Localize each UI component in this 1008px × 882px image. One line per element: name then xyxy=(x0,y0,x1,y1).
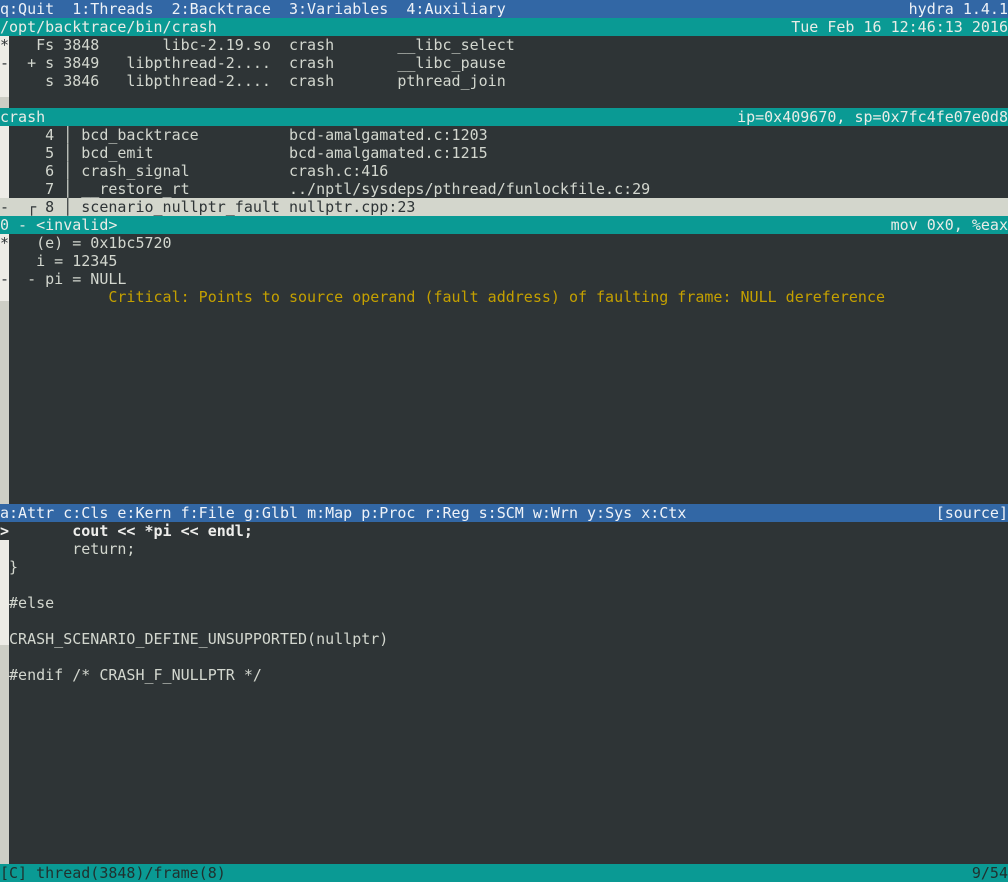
register-info: ip=0x409670, sp=0x7fc4fe07e0d8 xyxy=(737,108,1008,126)
backtrace-header: crash ip=0x409670, sp=0x7fc4fe07e0d8 xyxy=(0,108,1008,126)
hydra-debugger-terminal: q:Quit 1:Threads 2:Backtrace 3:Variables… xyxy=(0,0,1008,882)
key-item-cls[interactable]: c:Cls xyxy=(63,504,108,522)
backtrace-frame-row[interactable]: 7 │ __restore_rt ../nptl/sysdeps/pthread… xyxy=(0,180,1008,198)
key-item-wrn[interactable]: w:Wrn xyxy=(533,504,578,522)
key-items: a:Attr c:Cls e:Kern f:File g:Glbl m:Map … xyxy=(0,504,686,522)
key-item-map[interactable]: m:Map xyxy=(307,504,352,522)
key-item-glbl[interactable]: g:Glbl xyxy=(244,504,298,522)
menu-item-quit[interactable]: q:Quit xyxy=(0,0,54,18)
frame-header: 0 - <invalid> mov 0x0, %eax xyxy=(0,216,1008,234)
frame-title: 0 - <invalid> xyxy=(0,216,117,234)
menu-item-variables[interactable]: 3:Variables xyxy=(289,0,388,18)
thread-row[interactable]: Fs 3848 libc-2.19.so crash __libc_select xyxy=(0,36,1008,54)
thread-row[interactable]: + s 3849 libpthread-2.... crash __libc_p… xyxy=(0,54,1008,72)
clock: Tue Feb 16 12:46:13 2016 xyxy=(791,18,1008,36)
key-item-file[interactable]: f:File xyxy=(181,504,235,522)
key-item-ctx[interactable]: x:Ctx xyxy=(641,504,686,522)
menu-items: q:Quit 1:Threads 2:Backtrace 3:Variables… xyxy=(0,0,506,18)
variable-row[interactable]: (e) = 0x1bc5720 xyxy=(0,234,1008,252)
status-context: [C] thread(3848)/frame(8) xyxy=(0,864,226,882)
source-line: CRASH_SCENARIO_DEFINE_UNSUPPORTED(nullpt… xyxy=(0,630,1008,648)
menu-item-threads[interactable]: 1:Threads xyxy=(72,0,153,18)
source-line xyxy=(0,648,1008,666)
key-item-proc[interactable]: p:Proc xyxy=(361,504,415,522)
backtrace-frame-row[interactable]: 5 │ bcd_emit bcd-amalgamated.c:1215 xyxy=(0,144,1008,162)
binary-path: /opt/backtrace/bin/crash xyxy=(0,18,217,36)
path-bar: /opt/backtrace/bin/crash Tue Feb 16 12:4… xyxy=(0,18,1008,36)
source-line xyxy=(0,576,1008,594)
source-line xyxy=(0,612,1008,630)
backtrace-frame-row[interactable]: 6 │ crash_signal crash.c:416 xyxy=(0,162,1008,180)
source-line: #endif /* CRASH_F_NULLPTR */ xyxy=(0,666,1008,684)
key-item-reg[interactable]: r:Reg xyxy=(424,504,469,522)
frame-instruction: mov 0x0, %eax xyxy=(891,216,1008,234)
source-line: cout << *pi << endl;> xyxy=(0,522,1008,540)
key-item-sys[interactable]: y:Sys xyxy=(587,504,632,522)
status-position: 9/54 xyxy=(972,864,1008,882)
source-line: #else xyxy=(0,594,1008,612)
app-version: hydra 1.4.1 xyxy=(909,0,1008,18)
menu-bar: q:Quit 1:Threads 2:Backtrace 3:Variables… xyxy=(0,0,1008,18)
key-item-scm[interactable]: s:SCM xyxy=(479,504,524,522)
variable-row[interactable]: i = 12345 xyxy=(0,252,1008,270)
backtrace-frame-row[interactable]: 4 │ bcd_backtrace bcd-amalgamated.c:1203 xyxy=(0,126,1008,144)
menu-item-auxiliary[interactable]: 4:Auxiliary xyxy=(406,0,505,18)
keys-bar: a:Attr c:Cls e:Kern f:File g:Glbl m:Map … xyxy=(0,504,1008,522)
status-bar: [C] thread(3848)/frame(8) 9/54 xyxy=(0,864,1008,882)
key-item-attr[interactable]: a:Attr xyxy=(0,504,54,522)
variable-row[interactable]: - pi = NULL xyxy=(0,270,1008,288)
variable-warning-row[interactable]: Critical: Points to source operand (faul… xyxy=(0,288,1008,306)
backtrace-frame-row[interactable]: - ┌ 8 │ scenario_nullptr_fault nullptr.c… xyxy=(0,198,1008,216)
thread-row[interactable]: s 3846 libpthread-2.... crash pthread_jo… xyxy=(0,72,1008,90)
view-mode-badge: [source] xyxy=(936,504,1008,522)
key-item-kern[interactable]: e:Kern xyxy=(117,504,171,522)
threads-scrollbar-track[interactable] xyxy=(0,97,9,108)
thread-gutter-marker: * xyxy=(0,36,9,54)
current-line-marker: > xyxy=(0,522,9,540)
source-line: return; xyxy=(0,540,1008,558)
menu-item-backtrace[interactable]: 2:Backtrace xyxy=(172,0,271,18)
thread-gutter-marker: - xyxy=(0,54,9,72)
backtrace-title: crash xyxy=(0,108,45,126)
variable-gutter-marker: - xyxy=(0,270,9,288)
variables-scrollbar-track[interactable] xyxy=(0,301,9,504)
source-line: } xyxy=(0,558,1008,576)
variable-gutter-marker: * xyxy=(0,234,9,252)
